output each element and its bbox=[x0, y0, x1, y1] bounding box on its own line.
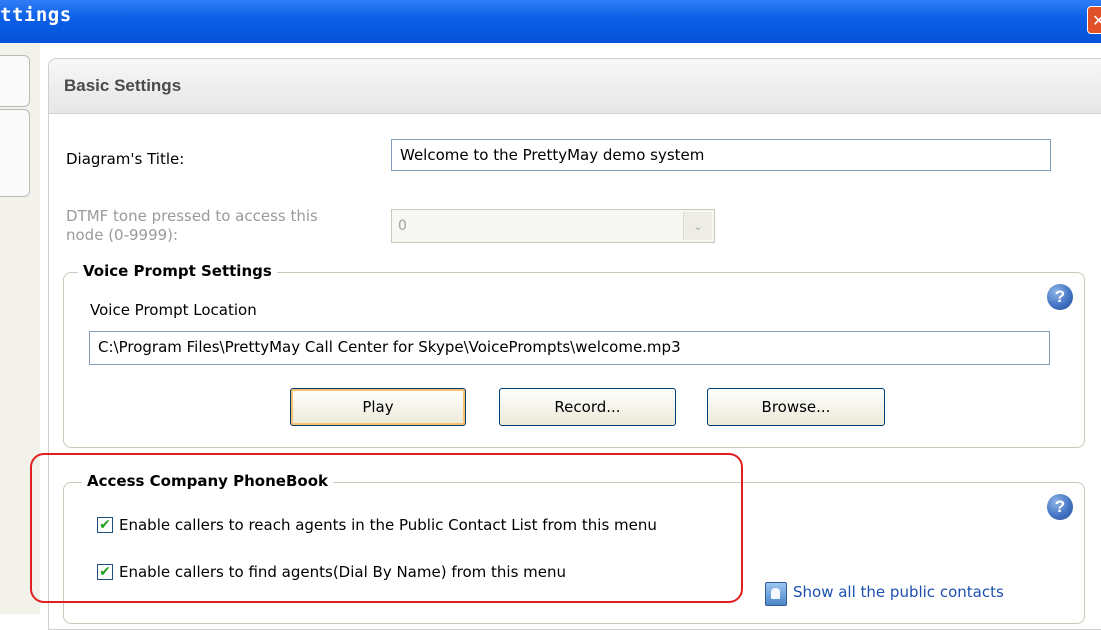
play-button[interactable]: Play bbox=[290, 388, 466, 426]
help-icon[interactable]: ? bbox=[1047, 494, 1073, 520]
panel-title: Basic Settings bbox=[64, 76, 182, 95]
nav-tab-2[interactable] bbox=[0, 109, 30, 197]
contacts-book-icon bbox=[765, 582, 787, 606]
help-icon[interactable]: ? bbox=[1047, 284, 1073, 310]
dtmf-label-line1: DTMF tone pressed to access this bbox=[66, 207, 318, 225]
voice-prompt-legend: Voice Prompt Settings bbox=[78, 262, 277, 280]
chevron-down-icon: ⌄ bbox=[683, 212, 712, 240]
browse-button[interactable]: Browse... bbox=[707, 388, 885, 426]
diagram-title-label: Diagram's Title: bbox=[66, 150, 185, 168]
dtmf-select-value: 0 bbox=[398, 218, 407, 234]
window-title: ttings bbox=[0, 4, 72, 26]
close-icon[interactable]: ✕ bbox=[1087, 6, 1101, 34]
diagram-title-input[interactable]: Welcome to the PrettyMay demo system bbox=[391, 139, 1051, 171]
voice-prompt-location-label: Voice Prompt Location bbox=[90, 301, 257, 319]
nav-tab-1[interactable] bbox=[0, 55, 30, 107]
record-button[interactable]: Record... bbox=[499, 388, 676, 426]
panel-header: Basic Settings bbox=[49, 59, 1101, 114]
voice-prompt-location-input[interactable]: C:\Program Files\PrettyMay Call Center f… bbox=[89, 331, 1050, 365]
dtmf-select[interactable]: 0 ⌄ bbox=[391, 209, 715, 243]
show-public-contacts-text[interactable]: Show all the public contacts bbox=[793, 583, 1004, 601]
dtmf-label: DTMF tone pressed to access this node (0… bbox=[66, 207, 318, 245]
annotation-highlight bbox=[30, 453, 743, 603]
title-bar: ttings ✕ bbox=[0, 0, 1101, 43]
dtmf-label-line2: node (0-9999): bbox=[66, 226, 179, 244]
